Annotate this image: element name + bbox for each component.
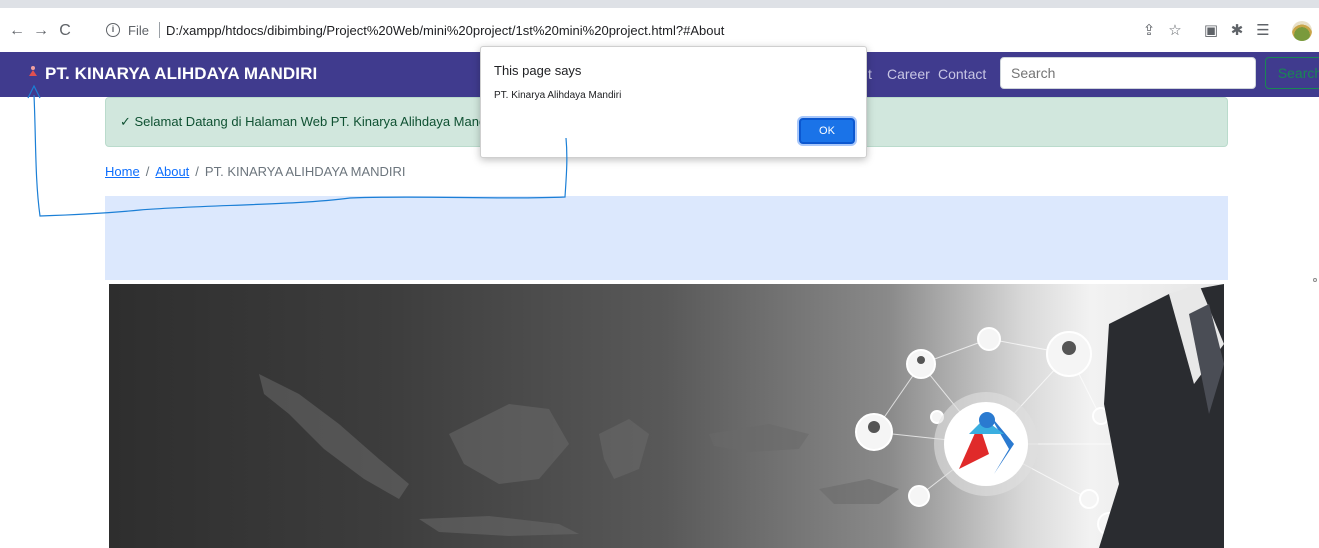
scroll-indicator (1313, 278, 1317, 282)
annotation-stroke (27, 84, 568, 217)
